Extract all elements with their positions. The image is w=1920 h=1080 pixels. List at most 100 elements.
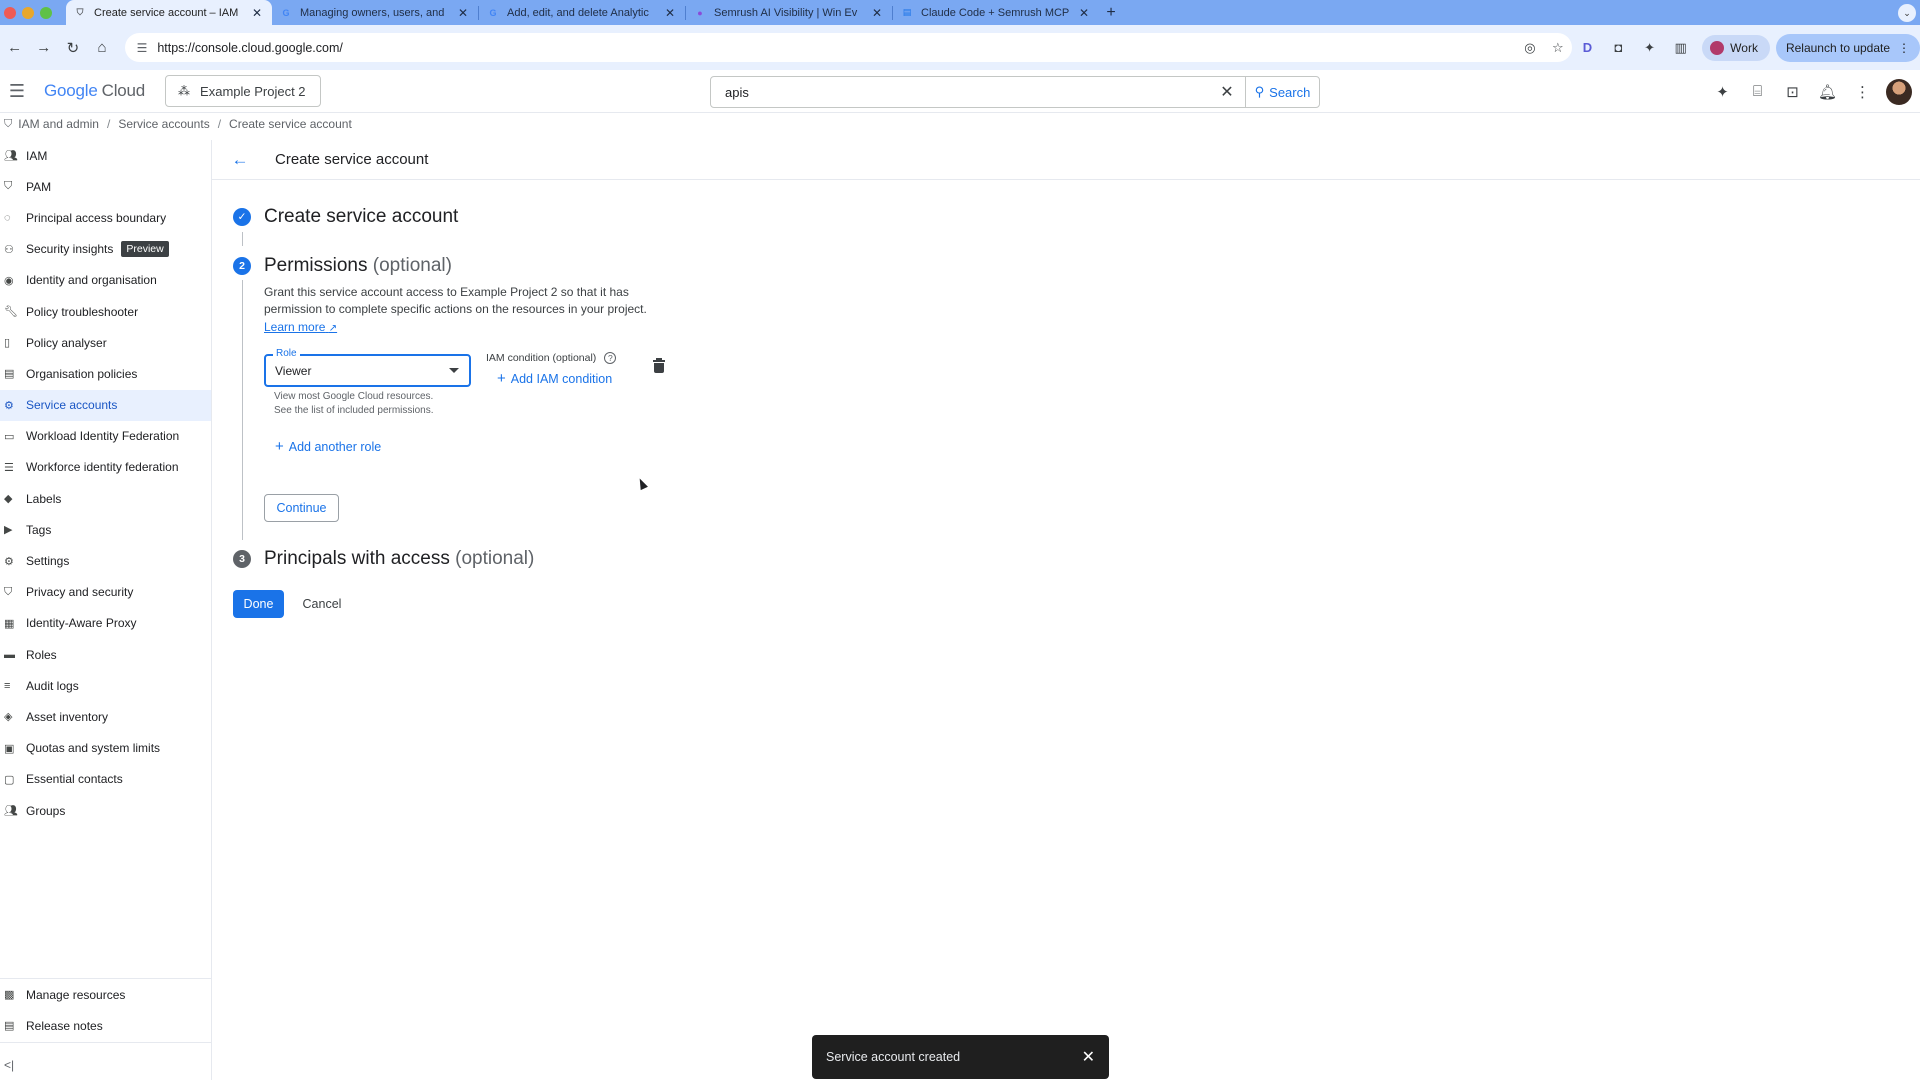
sidebar-item-service-accounts[interactable]: ⚙ Service accounts xyxy=(0,389,211,421)
address-bar[interactable]: ☰ https://console.cloud.google.com/ ◎ ☆ xyxy=(124,33,1572,62)
sidebar-item-labels[interactable]: ◆ Labels xyxy=(0,483,211,514)
browser-tab-3[interactable]: G Add, edit, and delete Analytic ✕ xyxy=(479,0,685,25)
close-toast-icon[interactable]: ✕ xyxy=(1082,1047,1095,1067)
sidebar-item-policy-troubleshooter[interactable]: 🔧︎ Policy troubleshooter xyxy=(0,296,211,327)
extension-d-icon[interactable]: D xyxy=(1572,40,1603,55)
camera-extension-icon[interactable]: ◘ xyxy=(1603,40,1634,55)
close-window-button[interactable] xyxy=(4,6,16,19)
sidebar-item-label: Workload Identity Federation xyxy=(26,429,180,444)
add-iam-condition-button[interactable]: + Add IAM condition xyxy=(497,370,612,387)
new-tab-button[interactable]: + xyxy=(1099,4,1123,22)
sidebar-item-groups[interactable]: 👥︎ Groups xyxy=(0,795,211,826)
add-another-role-button[interactable]: + Add another role xyxy=(275,438,381,455)
profile-button[interactable]: Work xyxy=(1702,34,1770,61)
sidebar-item-identity-organisation[interactable]: ◉ Identity and organisation xyxy=(0,265,211,296)
notifications-bell-icon[interactable]: 🔔︎ xyxy=(1810,83,1845,101)
sidebar-item-label: Manage resources xyxy=(26,987,126,1002)
sidebar-item-label: Policy analyser xyxy=(26,335,107,350)
audit-list-icon: ≡ xyxy=(4,679,11,692)
sidebar-item-label: Settings xyxy=(26,554,70,569)
account-avatar[interactable] xyxy=(1886,78,1912,105)
sidebar-item-manage-resources[interactable]: ▩ Manage resources xyxy=(0,979,212,1010)
project-picker[interactable]: ⁂ Example Project 2 xyxy=(165,75,321,107)
sidebar-item-security-insights[interactable]: ⚇ Security insights Preview xyxy=(0,234,211,265)
site-info-icon[interactable]: ☰ xyxy=(137,41,148,55)
browser-tab-1[interactable]: ⛉ Create service account – IAM ✕ xyxy=(66,0,272,25)
gemini-sparkle-icon[interactable]: ✦ xyxy=(1705,83,1740,101)
folder-gear-icon: ▩ xyxy=(4,989,15,1002)
sidebar-item-tags[interactable]: ▶ Tags xyxy=(0,514,211,545)
sidebar-item-organisation-policies[interactable]: ▤ Organisation policies xyxy=(0,358,211,389)
tab-search-icon[interactable]: ⌄ xyxy=(1898,4,1916,22)
role-select[interactable]: Role Viewer xyxy=(264,348,471,387)
sidebar-item-iam[interactable]: 👥︎ IAM xyxy=(0,140,211,171)
minimize-window-button[interactable] xyxy=(22,6,34,19)
step-2-title[interactable]: Permissions (optional) xyxy=(264,255,452,277)
menu-icon[interactable]: ☰ xyxy=(2,81,32,102)
close-tab-icon[interactable]: ✕ xyxy=(250,6,264,20)
sidebar-item-quotas[interactable]: ▣ Quotas and system limits xyxy=(0,733,211,764)
sidebar-item-policy-analyser[interactable]: ▯ Policy analyser xyxy=(0,327,211,358)
external-link-icon: ↗ xyxy=(328,323,338,334)
shield-icon: ⛉ xyxy=(4,180,13,193)
sidepanel-icon[interactable]: ▥ xyxy=(1665,40,1696,56)
close-tab-icon[interactable]: ✕ xyxy=(870,6,884,20)
eye-off-icon[interactable]: ◎ xyxy=(1516,40,1544,56)
browser-tab-5[interactable]: ▤ Claude Code + Semrush MCP ✕ xyxy=(893,0,1099,25)
bookmark-star-icon[interactable]: ☆ xyxy=(1544,40,1572,56)
close-tab-icon[interactable]: ✕ xyxy=(1077,6,1091,20)
label-icon: ◆ xyxy=(4,493,13,506)
delete-role-trash-icon[interactable] xyxy=(652,358,666,376)
close-tab-icon[interactable]: ✕ xyxy=(456,6,470,20)
cancel-button[interactable]: Cancel xyxy=(300,590,344,618)
sidebar-item-pam[interactable]: ⛉ PAM xyxy=(0,171,211,202)
sidebar-item-workload-identity-federation[interactable]: ▭ Workload Identity Federation xyxy=(0,421,211,452)
cloud-shell-icon[interactable]: ⊡ xyxy=(1775,83,1810,101)
document-search-icon: ▯ xyxy=(4,337,11,350)
sidebar-item-settings[interactable]: ⚙ Settings xyxy=(0,545,211,576)
help-icon[interactable]: ? xyxy=(604,352,617,364)
sidebar-item-essential-contacts[interactable]: ▢ Essential contacts xyxy=(0,764,211,795)
sidebar-item-label: Privacy and security xyxy=(26,585,134,600)
home-icon[interactable]: ⌂ xyxy=(87,39,116,56)
browser-tab-4[interactable]: ● Semrush AI Visibility | Win Ev ✕ xyxy=(686,0,892,25)
mouse-pointer xyxy=(636,476,648,491)
console-header: ☰ GoogleCloud ⁂ Example Project 2 ✕ ⚲ Se… xyxy=(0,70,1920,113)
done-button[interactable]: Done xyxy=(233,590,284,618)
continue-button[interactable]: Continue xyxy=(264,494,339,522)
step-title-text: Principals with access xyxy=(264,548,450,569)
gift-icon[interactable]: ⌸ xyxy=(1740,83,1775,100)
more-vert-icon[interactable]: ⋮ xyxy=(1845,83,1880,101)
role-permissions-link[interactable]: See the list of included permissions. xyxy=(274,405,434,416)
collapse-sidebar-icon[interactable]: <| xyxy=(4,1058,14,1072)
sidebar-item-roles[interactable]: ▬ Roles xyxy=(0,639,211,670)
search-button[interactable]: ⚲ Search xyxy=(1245,77,1319,107)
clear-search-icon[interactable]: ✕ xyxy=(1209,82,1245,102)
sidebar-item-privacy-security[interactable]: ⛉ Privacy and security xyxy=(0,577,211,608)
browser-tab-2[interactable]: G Managing owners, users, and ✕ xyxy=(272,0,478,25)
relaunch-button[interactable]: Relaunch to update ⋮ xyxy=(1775,33,1920,62)
back-arrow-icon[interactable]: ← xyxy=(225,150,255,170)
search-input[interactable] xyxy=(711,77,1209,107)
learn-more-link[interactable]: Learn more ↗ xyxy=(264,320,337,334)
url-text: https://console.cloud.google.com/ xyxy=(157,40,343,55)
sidebar-item-identity-aware-proxy[interactable]: ▦ Identity-Aware Proxy xyxy=(0,608,211,639)
sidebar-item-audit-logs[interactable]: ≡ Audit logs xyxy=(0,670,211,701)
close-tab-icon[interactable]: ✕ xyxy=(663,6,677,20)
sidebar-item-principal-access-boundary[interactable]: ◌ Principal access boundary xyxy=(0,202,211,233)
back-icon[interactable]: ← xyxy=(0,39,29,56)
sidebar-item-asset-inventory[interactable]: ◈ Asset inventory xyxy=(0,701,211,732)
sidebar-item-workforce-identity-federation[interactable]: ☰ Workforce identity federation xyxy=(0,452,211,483)
sidebar-item-release-notes[interactable]: ▤ Release notes xyxy=(0,1010,212,1041)
breadcrumb-service-accounts[interactable]: Service accounts xyxy=(118,117,209,131)
semrush-icon: ● xyxy=(697,7,703,18)
forward-icon[interactable]: → xyxy=(29,39,58,56)
google-cloud-logo[interactable]: Google Cloud xyxy=(44,81,145,101)
maximize-window-button[interactable] xyxy=(40,6,52,19)
breadcrumb-iam-admin[interactable]: IAM and admin xyxy=(18,117,99,131)
extensions-puzzle-icon[interactable]: ✦ xyxy=(1634,40,1665,56)
shield-icon: ⛉ xyxy=(76,7,84,17)
reload-icon[interactable]: ↻ xyxy=(58,39,87,57)
step-1-title[interactable]: Create service account xyxy=(264,206,458,228)
step-3-title[interactable]: Principals with access (optional) xyxy=(264,548,534,570)
